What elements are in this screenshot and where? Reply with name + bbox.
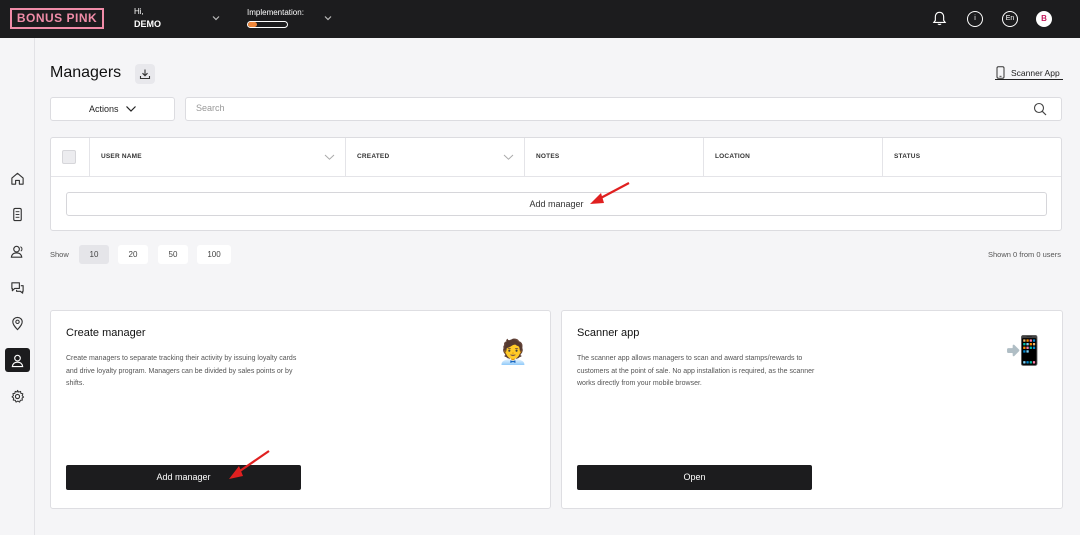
implementation-label: Implementation: xyxy=(247,8,304,17)
select-all-column xyxy=(51,138,90,177)
card-title: Scanner app xyxy=(577,327,640,339)
brand-logo[interactable]: BONUS PINK xyxy=(10,8,104,29)
sidebar-item-customers[interactable] xyxy=(5,239,30,263)
sort-chevron-icon[interactable] xyxy=(324,153,335,161)
manager-icon xyxy=(11,354,24,367)
sidebar-item-home[interactable] xyxy=(5,166,30,190)
bell-icon[interactable] xyxy=(931,10,948,27)
page-size-20[interactable]: 20 xyxy=(118,245,148,264)
chat-icon xyxy=(11,281,24,294)
sidebar-item-cards[interactable] xyxy=(5,202,30,226)
top-bar: BONUS PINK Hi, DEMO Implementation: i En… xyxy=(0,0,1080,38)
results-summary: Shown 0 from 0 users xyxy=(988,250,1061,259)
card-title: Create manager xyxy=(66,327,146,339)
avatar[interactable]: B xyxy=(1036,11,1052,27)
card-description: The scanner app allows managers to scan … xyxy=(577,355,815,388)
open-scanner-button[interactable]: Open xyxy=(577,465,812,490)
sidebar-item-locations[interactable] xyxy=(5,311,30,335)
column-location: LOCATION xyxy=(704,138,883,177)
user-name: DEMO xyxy=(134,19,161,29)
implementation-dropdown-chevron-icon[interactable] xyxy=(323,13,333,23)
managers-table: USER NAME CREATED NOTES LOCATION STATUS … xyxy=(50,137,1062,231)
sidebar-item-managers[interactable] xyxy=(5,348,30,372)
sidebar-item-messages[interactable] xyxy=(5,275,30,299)
table-header: USER NAME CREATED NOTES LOCATION STATUS xyxy=(51,138,1061,177)
column-user-name[interactable]: USER NAME xyxy=(90,138,346,177)
info-icon[interactable]: i xyxy=(967,11,983,27)
actions-label: Actions xyxy=(89,104,119,114)
location-pin-icon xyxy=(12,316,23,330)
show-label: Show xyxy=(50,250,69,259)
scanner-app-card: Scanner app The scanner app allows manag… xyxy=(561,310,1063,509)
search-input[interactable] xyxy=(196,103,1016,113)
gear-icon xyxy=(11,389,25,403)
column-label: STATUS xyxy=(894,153,921,160)
home-icon xyxy=(11,172,24,185)
implementation-progress-fill xyxy=(248,22,257,27)
add-manager-button[interactable]: Add manager xyxy=(66,192,1047,216)
account-dropdown-chevron-icon[interactable] xyxy=(211,13,221,23)
phone-icon xyxy=(996,66,1005,79)
page-size-10[interactable]: 10 xyxy=(79,245,109,264)
actions-dropdown[interactable]: Actions xyxy=(50,97,175,121)
add-manager-card-button[interactable]: Add manager xyxy=(66,465,301,490)
sidebar xyxy=(0,38,35,535)
column-created[interactable]: CREATED xyxy=(346,138,525,177)
chevron-down-icon xyxy=(126,106,136,112)
users-icon xyxy=(10,245,23,258)
search-icon[interactable] xyxy=(1033,102,1047,116)
column-label: LOCATION xyxy=(715,153,751,160)
column-notes: NOTES xyxy=(525,138,704,177)
column-status: STATUS xyxy=(883,138,1061,177)
create-manager-card: Create manager Create managers to separa… xyxy=(50,310,551,509)
search-box xyxy=(185,97,1062,121)
user-greeting: Hi, DEMO xyxy=(134,7,161,29)
page-size-50[interactable]: 50 xyxy=(158,245,188,264)
mobile-arrow-emoji-icon: 📲 xyxy=(1005,335,1040,366)
download-icon xyxy=(139,69,151,80)
greeting-text: Hi, xyxy=(134,7,144,16)
sort-chevron-icon[interactable] xyxy=(503,153,514,161)
card-device-icon xyxy=(13,207,22,221)
language-button[interactable]: En xyxy=(1002,11,1018,27)
export-button[interactable] xyxy=(135,64,155,84)
manager-emoji-icon: 🧑‍💼 xyxy=(498,339,528,366)
card-description: Create managers to separate tracking the… xyxy=(66,355,297,388)
column-label: USER NAME xyxy=(101,153,142,160)
page-title: Managers xyxy=(50,64,122,81)
select-all-checkbox[interactable] xyxy=(62,150,76,164)
implementation-progress-bar xyxy=(247,21,288,28)
sidebar-item-settings[interactable] xyxy=(5,384,30,408)
column-label: CREATED xyxy=(357,153,390,160)
column-label: NOTES xyxy=(536,153,560,160)
page-size-100[interactable]: 100 xyxy=(197,245,231,264)
scanner-app-label: Scanner App xyxy=(1011,68,1060,78)
scanner-app-link[interactable]: Scanner App xyxy=(995,66,1063,80)
